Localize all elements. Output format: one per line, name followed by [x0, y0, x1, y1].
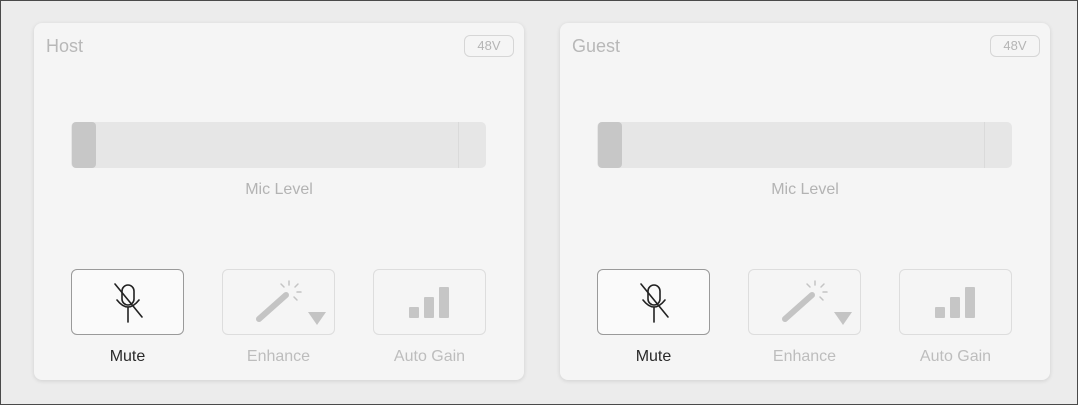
- mute-button[interactable]: [71, 269, 184, 335]
- slider-end-marker: [984, 122, 985, 168]
- panel-title: Guest: [572, 36, 621, 56]
- signal-bars-icon: [409, 287, 449, 318]
- enhance-button[interactable]: [222, 269, 335, 335]
- signal-bars-icon: [935, 287, 975, 318]
- magic-wand-icon: [256, 280, 326, 325]
- enhance-label: Enhance: [772, 348, 837, 365]
- mic-level-slider-thumb[interactable]: [72, 122, 96, 168]
- mic-level-slider[interactable]: [597, 122, 1012, 168]
- auto-gain-label: Auto Gain: [393, 348, 466, 365]
- phantom-power-badge[interactable]: 48V: [990, 35, 1040, 57]
- dropdown-arrow-icon: [834, 312, 852, 325]
- channel-panel-host: Host 48V Mic Level Mute Enhance Auto Gai…: [34, 23, 524, 380]
- mic-muted-icon: [640, 283, 669, 323]
- mic-level-label: Mic Level: [245, 181, 313, 198]
- panel-title: Host: [46, 36, 84, 56]
- mute-label: Mute: [109, 348, 146, 365]
- slider-end-marker: [458, 122, 459, 168]
- magic-wand-icon: [782, 280, 852, 325]
- dropdown-arrow-icon: [308, 312, 326, 325]
- enhance-label: Enhance: [246, 348, 311, 365]
- auto-gain-button[interactable]: [899, 269, 1012, 335]
- enhance-button[interactable]: [748, 269, 861, 335]
- channel-panel-guest: Guest 48V Mic Level Mute Enhance Auto Ga…: [560, 23, 1050, 380]
- mic-level-label: Mic Level: [771, 181, 839, 198]
- mic-level-slider-thumb[interactable]: [598, 122, 622, 168]
- mute-button[interactable]: [597, 269, 710, 335]
- auto-gain-label: Auto Gain: [919, 348, 992, 365]
- mic-level-slider[interactable]: [71, 122, 486, 168]
- phantom-power-badge[interactable]: 48V: [464, 35, 514, 57]
- mic-muted-icon: [114, 283, 143, 323]
- mute-label: Mute: [635, 348, 672, 365]
- auto-gain-button[interactable]: [373, 269, 486, 335]
